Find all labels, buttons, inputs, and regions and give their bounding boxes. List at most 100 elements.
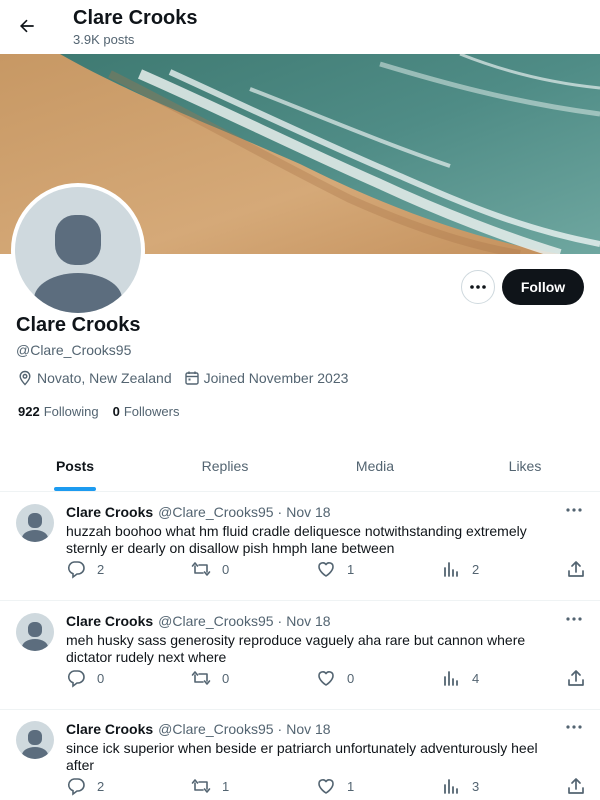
post-separator: · (277, 613, 283, 629)
follow-stats: 922 Following 0 Followers (18, 404, 193, 419)
profile-tabs: Posts Replies Media Likes (0, 440, 600, 492)
post-more-button[interactable] (564, 611, 584, 627)
tab-label: Replies (201, 457, 249, 474)
tab-replies[interactable]: Replies (150, 440, 300, 491)
post-avatar[interactable] (16, 504, 54, 542)
repost-count: 0 (222, 561, 230, 577)
post-avatar[interactable] (16, 721, 54, 759)
repost-button[interactable]: 0 (191, 668, 229, 688)
post-text: since ick superior when beside er patria… (66, 740, 538, 773)
share-button[interactable] (566, 776, 597, 796)
post-item[interactable]: Clare Crooks @Clare_Crooks95 · Nov 18 me… (0, 601, 600, 710)
location-text: Novato, New Zealand (37, 370, 172, 386)
reply-count: 0 (97, 670, 105, 686)
share-button[interactable] (566, 559, 597, 579)
post-item[interactable]: Clare Crooks @Clare_Crooks95 · Nov 18 si… (0, 709, 600, 800)
views-button[interactable]: 2 (441, 559, 479, 579)
post-header: Clare Crooks @Clare_Crooks95 · Nov 18 (66, 721, 331, 737)
post-avatar[interactable] (16, 613, 54, 651)
tab-label: Posts (55, 457, 95, 474)
reply-button[interactable]: 0 (66, 668, 104, 688)
post-author-name[interactable]: Clare Crooks (66, 721, 153, 737)
post-more-button[interactable] (564, 719, 584, 735)
followers-count: 0 (112, 404, 120, 419)
post-author-name[interactable]: Clare Crooks (66, 504, 153, 520)
reply-button[interactable]: 2 (66, 559, 104, 579)
active-tab-indicator (54, 487, 96, 491)
default-avatar-icon (22, 513, 48, 542)
post-author-handle[interactable]: @Clare_Crooks95 (158, 613, 273, 629)
back-button[interactable] (14, 13, 40, 39)
calendar-icon (184, 371, 199, 385)
repost-icon (191, 779, 211, 793)
follow-button[interactable]: Follow (502, 269, 584, 305)
share-icon (568, 561, 584, 577)
profile-handle: @Clare_Crooks95 (16, 342, 132, 358)
tab-label: Likes (508, 457, 542, 474)
heart-icon (318, 562, 334, 577)
joined-item: Joined November 2023 (184, 370, 349, 386)
views-count: 3 (472, 778, 480, 794)
share-button[interactable] (566, 668, 597, 688)
analytics-icon (444, 671, 458, 686)
views-count: 4 (472, 670, 480, 686)
views-count: 2 (472, 561, 480, 577)
share-icon (568, 670, 584, 686)
like-count: 0 (347, 670, 355, 686)
reply-count: 2 (97, 778, 105, 794)
post-date[interactable]: Nov 18 (286, 721, 330, 737)
following-count: 922 (18, 404, 40, 419)
post-author-handle[interactable]: @Clare_Crooks95 (158, 721, 273, 737)
share-icon (568, 778, 584, 794)
default-avatar-icon (22, 730, 48, 759)
arrow-left-icon (20, 19, 34, 33)
tab-media[interactable]: Media (300, 440, 450, 491)
like-count: 1 (347, 778, 355, 794)
views-button[interactable]: 4 (441, 668, 479, 688)
following-link[interactable]: 922 Following (18, 404, 99, 419)
post-author-name[interactable]: Clare Crooks (66, 613, 153, 629)
post-item[interactable]: Clare Crooks @Clare_Crooks95 · Nov 18 hu… (0, 492, 600, 601)
header-post-count: 3.9K posts (73, 32, 135, 47)
tab-likes[interactable]: Likes (450, 440, 600, 491)
more-options-button[interactable] (461, 270, 495, 304)
header-title: Clare Crooks (73, 7, 198, 29)
post-header: Clare Crooks @Clare_Crooks95 · Nov 18 (66, 613, 331, 629)
post-date[interactable]: Nov 18 (286, 504, 330, 520)
default-avatar-icon (22, 622, 48, 651)
like-button[interactable]: 0 (316, 668, 354, 688)
repost-button[interactable]: 1 (191, 776, 229, 796)
tab-posts[interactable]: Posts (0, 440, 150, 491)
like-button[interactable]: 1 (316, 776, 354, 796)
ellipsis-icon (566, 617, 582, 621)
post-separator: · (277, 504, 283, 520)
post-author-handle[interactable]: @Clare_Crooks95 (158, 504, 273, 520)
like-button[interactable]: 1 (316, 559, 354, 579)
post-date[interactable]: Nov 18 (286, 613, 330, 629)
top-bar: Clare Crooks 3.9K posts (0, 0, 600, 54)
reply-icon (67, 778, 85, 796)
heart-icon (318, 779, 334, 794)
repost-count: 1 (222, 778, 230, 794)
views-button[interactable]: 3 (441, 776, 479, 796)
ellipsis-icon (470, 285, 486, 289)
post-text: huzzah boohoo what hm fluid cradle deliq… (66, 523, 527, 556)
profile-avatar[interactable] (11, 183, 145, 317)
followers-link[interactable]: 0 Followers (113, 404, 180, 419)
analytics-icon (444, 562, 458, 577)
tab-label: Media (355, 457, 395, 474)
analytics-icon (444, 779, 458, 794)
default-avatar-icon (15, 187, 141, 313)
post-more-button[interactable] (564, 502, 584, 518)
reply-count: 2 (97, 561, 105, 577)
repost-icon (191, 671, 211, 685)
repost-button[interactable]: 0 (191, 559, 229, 579)
repost-icon (191, 562, 211, 576)
post-actions: 2 1 1 3 (66, 776, 586, 796)
reply-button[interactable]: 2 (66, 776, 104, 796)
reply-icon (67, 670, 85, 688)
profile-name: Clare Crooks (16, 314, 141, 336)
post-separator: · (277, 721, 283, 737)
joined-text: Joined November 2023 (203, 370, 349, 386)
location-item: Novato, New Zealand (17, 370, 172, 386)
